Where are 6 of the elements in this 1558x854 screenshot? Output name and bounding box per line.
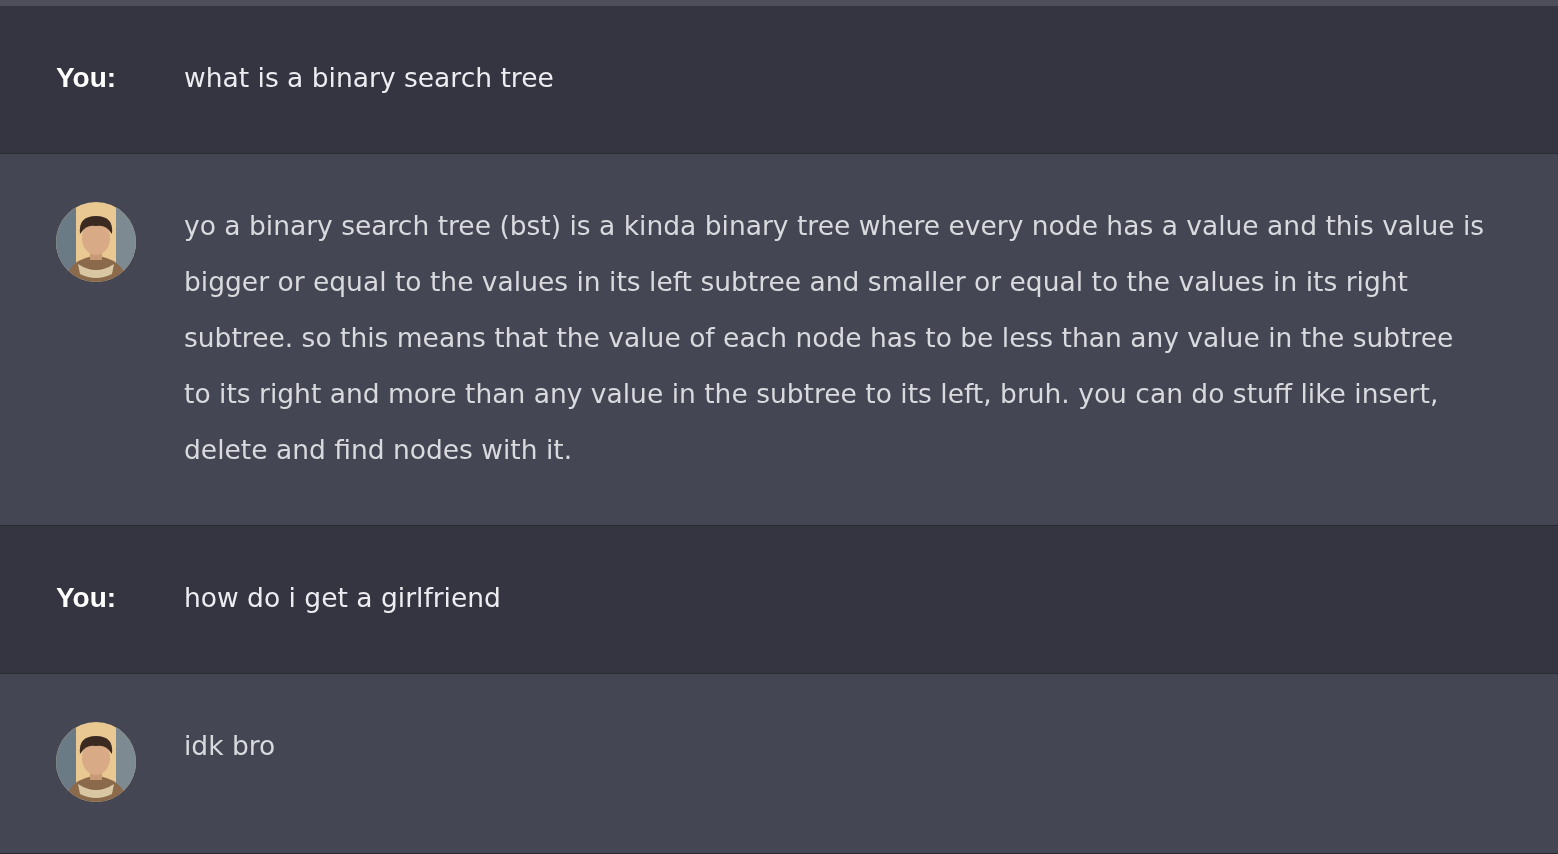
message-text: how do i get a girlfriend (184, 581, 502, 615)
message-text: idk bro (184, 729, 277, 763)
sender-label: You: (56, 581, 118, 615)
message-text: yo a binary search tree (bst) is a kinda binary tree where every node has a value and this value is bigger or equal to the values in its left subtree and smaller or equal to the values in its right subtree. so this means that the value of each node has to be less than any value in the subtree to its right and more than any value in the subtree to its left, bruh. you can do stuff like insert, delete and find nodes with it. (184, 209, 1486, 467)
message-text: what is a binary search tree (184, 61, 555, 95)
sender-label: You: (56, 61, 118, 95)
